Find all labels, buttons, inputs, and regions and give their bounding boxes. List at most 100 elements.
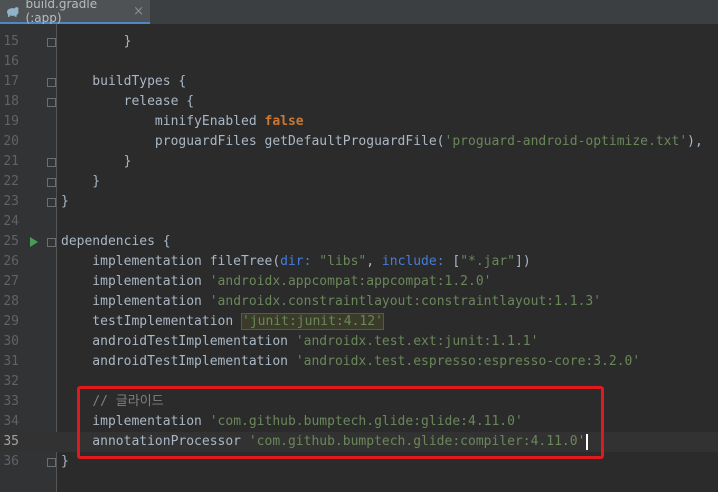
- code-token: dependencies {: [61, 234, 171, 249]
- code-line[interactable]: 30 androidTestImplementation 'androidx.t…: [0, 332, 718, 352]
- line-number: 36: [3, 454, 19, 469]
- line-number: 16: [3, 54, 19, 69]
- code-token: ,: [366, 254, 382, 269]
- line-number: 29: [3, 314, 19, 329]
- code-token: androidTestImplementation: [61, 334, 296, 349]
- line-number: 21: [3, 154, 19, 169]
- code-text: implementation 'androidx.appcompat:appco…: [61, 272, 491, 292]
- code-token: [: [444, 254, 461, 269]
- code-line[interactable]: 21 }: [0, 152, 718, 172]
- code-line[interactable]: 29 testImplementation 'junit:junit:4.12': [0, 312, 718, 332]
- code-token: }: [61, 454, 69, 469]
- code-token: implementation: [61, 294, 210, 309]
- line-number: 20: [3, 134, 19, 149]
- code-token: minifyEnabled: [61, 114, 265, 129]
- code-line[interactable]: 15 }: [0, 32, 718, 52]
- code-token: }: [61, 174, 101, 189]
- fold-marker-icon[interactable]: [47, 178, 56, 187]
- code-line[interactable]: 28 implementation 'androidx.constraintla…: [0, 292, 718, 312]
- code-text: implementation 'androidx.constraintlayou…: [61, 292, 601, 312]
- code-token: dir:: [280, 254, 312, 269]
- code-line[interactable]: 23}: [0, 192, 718, 212]
- run-gutter-icon[interactable]: [30, 237, 38, 247]
- code-text: }: [61, 32, 132, 52]
- line-number: 15: [3, 34, 19, 49]
- code-text: }: [61, 152, 132, 172]
- line-number: 17: [3, 74, 19, 89]
- code-token: 'androidx.appcompat:appcompat:1.2.0': [209, 274, 492, 289]
- code-token: "*.jar": [460, 254, 515, 269]
- code-token: buildTypes {: [61, 74, 187, 89]
- code-token: "libs": [319, 254, 367, 269]
- fold-marker-icon[interactable]: [47, 38, 56, 47]
- line-number: 25: [3, 234, 19, 249]
- code-token: }: [61, 194, 69, 209]
- code-text: implementation fileTree(dir: "libs", inc…: [61, 252, 531, 272]
- code-line[interactable]: 25 dependencies {: [0, 232, 718, 252]
- line-number: 30: [3, 334, 19, 349]
- code-token: 'junit:junit:4.12': [241, 313, 384, 330]
- code-token: testImplementation: [61, 314, 242, 329]
- code-line[interactable]: 19 minifyEnabled false: [0, 112, 718, 132]
- code-line[interactable]: 27 implementation 'androidx.appcompat:ap…: [0, 272, 718, 292]
- highlight-box: [77, 386, 604, 459]
- code-text: release {: [61, 92, 194, 112]
- code-text: }: [61, 172, 100, 192]
- code-token: 'androidx.test.ext:junit:1.1.1': [295, 334, 539, 349]
- line-number: 32: [3, 374, 19, 389]
- code-token: 'androidx.constraintlayout:constraintlay…: [209, 294, 602, 309]
- code-line[interactable]: 26 implementation fileTree(dir: "libs", …: [0, 252, 718, 272]
- code-token: include:: [381, 254, 445, 269]
- line-number: 18: [3, 94, 19, 109]
- code-line[interactable]: 17 buildTypes {: [0, 72, 718, 92]
- code-text: androidTestImplementation 'androidx.test…: [61, 332, 538, 352]
- line-number: 28: [3, 294, 19, 309]
- fold-marker-icon[interactable]: [47, 458, 56, 467]
- close-icon[interactable]: ×: [133, 4, 144, 19]
- code-text: buildTypes {: [61, 72, 186, 92]
- code-line[interactable]: 16: [0, 52, 718, 72]
- code-text: }: [61, 452, 69, 472]
- code-token: implementation fileTree(: [61, 254, 281, 269]
- code-token: ),: [687, 134, 703, 149]
- code-line[interactable]: 20 proguardFiles getDefaultProguardFile(…: [0, 132, 718, 152]
- code-text: dependencies {: [61, 232, 171, 252]
- tab-build-gradle[interactable]: build.gradle (:app) ×: [0, 0, 150, 25]
- line-number: 24: [3, 214, 19, 229]
- code-text: testImplementation 'junit:junit:4.12': [61, 312, 384, 332]
- tab-title: build.gradle (:app): [25, 0, 98, 25]
- code-line[interactable]: 31 androidTestImplementation 'androidx.t…: [0, 352, 718, 372]
- line-number: 33: [3, 394, 19, 409]
- code-token: }: [61, 154, 132, 169]
- code-token: false: [264, 114, 304, 129]
- code-text: minifyEnabled false: [61, 112, 304, 132]
- code-text: }: [61, 192, 69, 212]
- fold-marker-icon[interactable]: [47, 158, 56, 167]
- code-line[interactable]: 24: [0, 212, 718, 232]
- line-number: 23: [3, 194, 19, 209]
- fold-marker-icon[interactable]: [47, 198, 56, 207]
- line-number: 35: [3, 434, 19, 449]
- code-text: androidTestImplementation 'androidx.test…: [61, 352, 640, 372]
- code-token: proguardFiles getDefaultProguardFile(: [61, 134, 445, 149]
- fold-marker-icon[interactable]: [47, 78, 56, 87]
- line-number: 27: [3, 274, 19, 289]
- code-token: androidTestImplementation: [61, 354, 296, 369]
- line-number: 26: [3, 254, 19, 269]
- gradle-icon: [6, 7, 19, 17]
- code-text: proguardFiles getDefaultProguardFile('pr…: [61, 132, 703, 152]
- code-token: ]): [515, 254, 531, 269]
- code-token: 'androidx.test.espresso:espresso-core:3.…: [295, 354, 641, 369]
- fold-marker-icon[interactable]: [47, 238, 56, 247]
- line-number: 22: [3, 174, 19, 189]
- editor-tab-bar: build.gradle (:app) ×: [0, 0, 718, 25]
- code-token: 'proguard-android-optimize.txt': [444, 134, 688, 149]
- fold-marker-icon[interactable]: [47, 98, 56, 107]
- line-number: 34: [3, 414, 19, 429]
- line-number: 31: [3, 354, 19, 369]
- code-token: }: [123, 34, 132, 49]
- code-token: implementation: [61, 274, 210, 289]
- code-line[interactable]: 18 release {: [0, 92, 718, 112]
- code-line[interactable]: 22 }: [0, 172, 718, 192]
